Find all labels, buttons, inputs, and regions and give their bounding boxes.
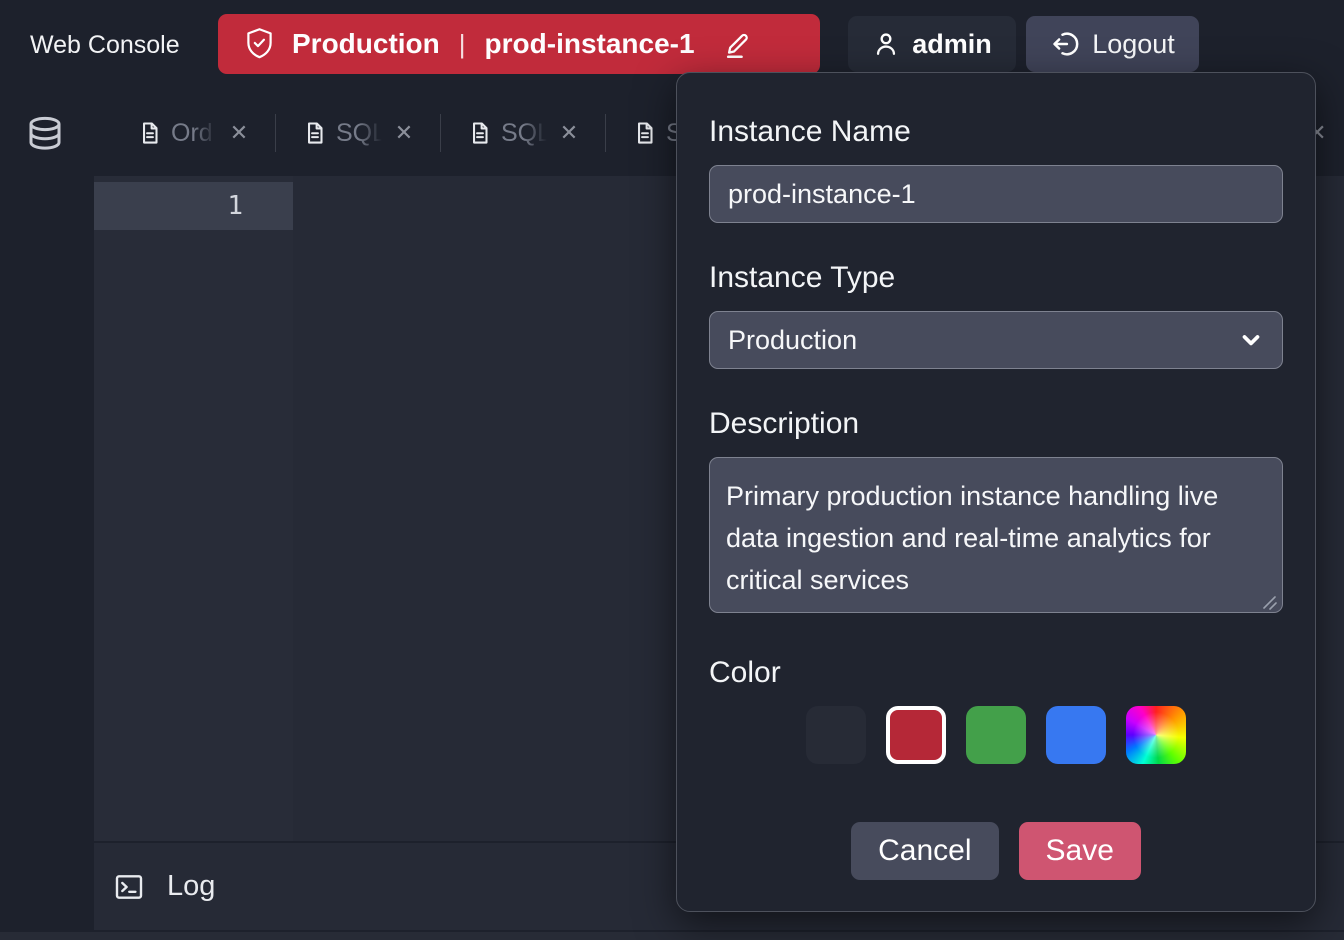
instance-type-select[interactable]: Production	[709, 311, 1283, 369]
document-icon	[467, 120, 493, 146]
document-icon	[302, 120, 328, 146]
sidebar	[0, 90, 94, 940]
tab-divider	[605, 114, 606, 152]
description-label: Description	[709, 407, 1283, 441]
instance-settings-dialog: Instance Name Instance Type Production D…	[676, 72, 1316, 912]
save-button[interactable]: Save	[1019, 822, 1141, 880]
document-icon	[137, 120, 163, 146]
terminal-icon	[113, 871, 145, 903]
description-textarea[interactable]: Primary production instance handling liv…	[709, 457, 1283, 613]
instance-name-input[interactable]	[709, 165, 1283, 223]
resize-handle-icon[interactable]	[1262, 595, 1277, 610]
tab-label: SQL	[336, 119, 386, 148]
app-title: Web Console	[30, 0, 180, 90]
footer-strip	[0, 932, 1344, 940]
tab-label: SQL	[501, 119, 551, 148]
logout-icon	[1050, 29, 1080, 59]
active-line-number: 1	[94, 182, 293, 230]
chevron-down-icon	[1238, 327, 1264, 353]
tab-divider	[440, 114, 441, 152]
instance-name-label: Instance Name	[709, 115, 1283, 149]
color-swatch-row	[709, 706, 1283, 764]
tab-close-icon[interactable]: ✕	[229, 120, 249, 146]
color-swatch-rainbow[interactable]	[1126, 706, 1186, 764]
tab-strip: Ord✕SQL✕SQL✕SQL✕	[94, 90, 757, 176]
cancel-button[interactable]: Cancel	[851, 822, 998, 880]
color-label: Color	[709, 656, 1283, 690]
document-icon	[632, 120, 658, 146]
user-button[interactable]: admin	[848, 16, 1016, 72]
tab-divider	[275, 114, 276, 152]
instance-type-value: Production	[728, 325, 857, 356]
user-button-label: admin	[912, 29, 992, 60]
logout-button[interactable]: Logout	[1026, 16, 1199, 72]
color-swatch-blue[interactable]	[1046, 706, 1106, 764]
editor-tab[interactable]: SQL ✕	[289, 119, 427, 148]
edit-pencil-icon[interactable]	[720, 27, 754, 61]
editor-tab[interactable]: SQL ✕	[454, 119, 592, 148]
color-swatch-default-dark[interactable]	[806, 706, 866, 764]
color-swatch-green[interactable]	[966, 706, 1026, 764]
dialog-button-row: Cancel Save	[677, 822, 1315, 880]
color-swatch-red[interactable]	[886, 706, 946, 764]
environment-label: Production	[292, 28, 440, 60]
log-panel-label: Log	[167, 870, 215, 903]
logout-button-label: Logout	[1092, 29, 1175, 60]
shield-check-icon	[244, 27, 275, 61]
line-number-gutter	[94, 176, 293, 841]
badge-separator: |	[457, 29, 468, 60]
editor-tab[interactable]: Ord ✕	[124, 119, 262, 148]
tab-close-icon[interactable]: ✕	[559, 120, 579, 146]
user-icon	[872, 30, 900, 58]
instance-name-label: prod-instance-1	[485, 28, 695, 60]
tab-close-icon[interactable]: ✕	[394, 120, 414, 146]
tab-label: Ord	[171, 119, 221, 148]
instance-badge[interactable]: Production | prod-instance-1	[218, 14, 820, 74]
instance-type-label: Instance Type	[709, 261, 1283, 295]
database-icon[interactable]	[25, 112, 65, 156]
